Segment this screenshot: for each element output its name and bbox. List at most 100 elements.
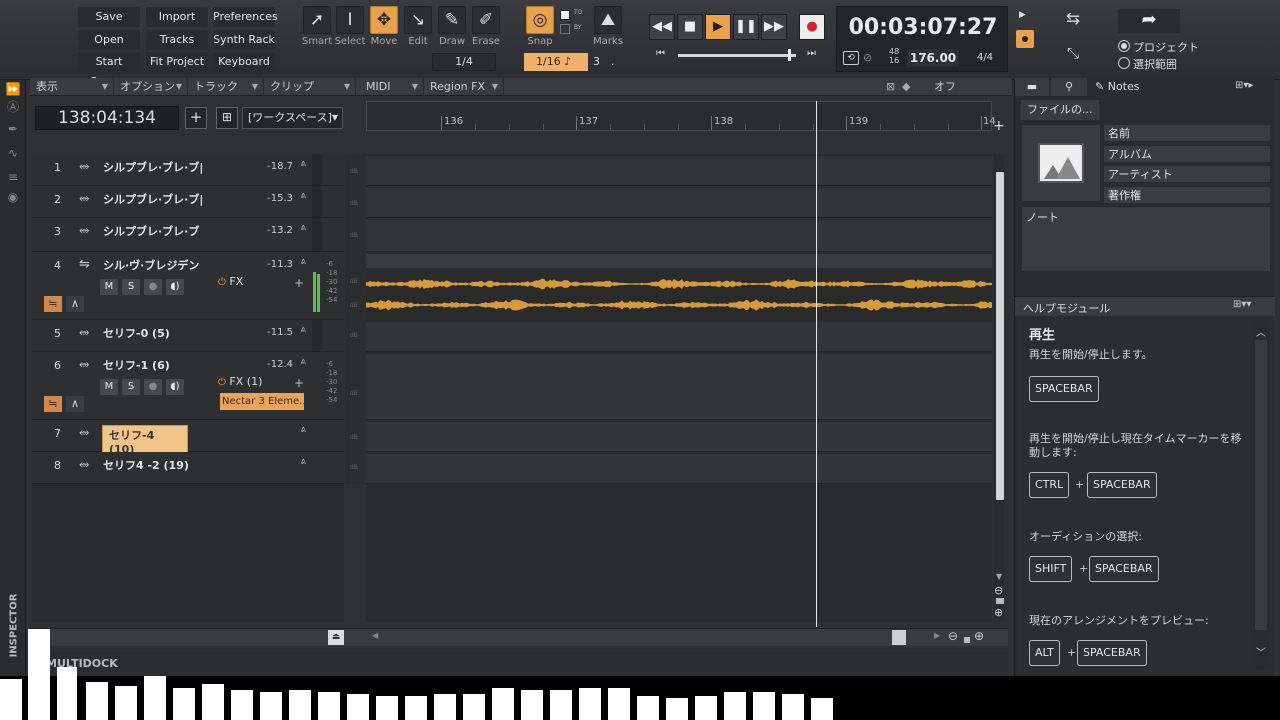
track-row[interactable]: 3 ⥈ シルプブレ·ブレ·ブ -13.2 ⩓ xyxy=(32,218,344,252)
snap-to-radio[interactable] xyxy=(560,10,570,20)
track-name[interactable]: シルプブレ·ブレ·ブ| xyxy=(103,159,203,175)
clips-pane[interactable] xyxy=(366,154,992,622)
erase-tool[interactable]: ✐ Erase xyxy=(470,6,502,50)
expand-arrow-icon[interactable]: ▶ xyxy=(1019,10,1026,20)
album-field[interactable]: アルバム xyxy=(1103,145,1271,163)
clip-lane[interactable] xyxy=(366,188,992,218)
automation-off[interactable]: オフ xyxy=(934,78,956,96)
horizontal-scroll-thumb[interactable] xyxy=(892,630,906,645)
add-track-button[interactable]: + xyxy=(185,107,207,129)
solo-button[interactable]: S xyxy=(122,279,140,295)
tab-plugins[interactable]: ⚲ xyxy=(1051,78,1087,96)
tab-notes[interactable]: ✎ Notes xyxy=(1089,78,1165,96)
help-scrollbar-thumb[interactable] xyxy=(1255,340,1267,630)
diamond-icon[interactable]: ◆ xyxy=(902,80,910,93)
clip-lane[interactable] xyxy=(366,156,992,186)
save-button[interactable]: Save xyxy=(78,7,140,27)
go-to-start-icon[interactable]: ⏮ xyxy=(656,48,665,59)
snap-toggle[interactable]: ◎ Snap xyxy=(524,6,556,50)
scroll-up-icon[interactable]: ︿ xyxy=(1256,324,1266,339)
track-row[interactable]: 6 ⥈ セリフ-1 (6) -12.4 ⩓ M S ● ◖) ⏻ FX (1) … xyxy=(32,352,344,420)
scroll-left-icon[interactable]: ◀ xyxy=(372,631,378,640)
clip-lane[interactable] xyxy=(366,254,992,320)
track-layout-button[interactable]: ⊞ xyxy=(216,107,238,129)
scroll-right-icon[interactable]: ▶ xyxy=(934,631,940,640)
pause-button[interactable]: ❚❚ xyxy=(733,14,759,40)
track-row[interactable]: 2 ⥈ シルプブレ·ブレ·ブ| -15.3 ⩓ xyxy=(32,186,344,218)
eject-icon[interactable]: ⏏ xyxy=(328,630,344,645)
record-circle-icon[interactable]: ◉ xyxy=(5,190,21,204)
horizontal-zoom-out-icon[interactable]: ⊖ xyxy=(948,629,958,643)
track-row[interactable]: 7 ⥈ セリフ-4 (10) ⩓ xyxy=(32,420,344,458)
tracks-button[interactable]: Tracks xyxy=(146,30,208,50)
mute-button[interactable]: M xyxy=(100,279,118,295)
list-icon[interactable]: ≡ xyxy=(5,170,21,184)
zoom-out-icon[interactable]: ⊖ xyxy=(994,584,1003,597)
record-button[interactable]: ● xyxy=(799,14,825,40)
move-tool[interactable]: ✥ Move xyxy=(368,6,400,50)
pen-icon[interactable]: ✒ xyxy=(5,122,21,136)
sync-icon[interactable]: ⇆ xyxy=(1062,9,1084,31)
zoom-reset-icon[interactable] xyxy=(996,598,1004,604)
solo-button[interactable]: S xyxy=(122,379,140,395)
track-name[interactable]: シルプブレ·ブレ·ブ| xyxy=(103,191,203,207)
loop-icon[interactable]: ⟲ xyxy=(843,51,859,65)
position-slider-handle[interactable] xyxy=(788,49,791,61)
expand-track-icon[interactable]: ⩓ xyxy=(300,158,306,169)
copyright-field[interactable]: 著作権 xyxy=(1103,186,1271,204)
track-volume[interactable]: -13.2 xyxy=(267,225,293,236)
track-volume[interactable]: -11.5 xyxy=(267,327,293,338)
track-name[interactable]: セリフ4 -2 (19) xyxy=(103,457,189,473)
snap-envelope-icon[interactable]: ⊠ xyxy=(886,80,895,93)
fx-bin[interactable]: ⏻ FX (1) xyxy=(218,375,306,393)
expand-track-icon[interactable]: ⩓ xyxy=(300,324,306,335)
workspace-select[interactable]: [ワークスペース] ▼ xyxy=(242,107,343,129)
vertical-scrollbar-thumb[interactable] xyxy=(996,172,1004,500)
menu-view[interactable]: 表示 ▼ xyxy=(30,78,114,96)
audio-clip[interactable] xyxy=(366,268,992,320)
clip-lane[interactable] xyxy=(366,354,992,420)
track-row[interactable]: 1 ⥈ シルプブレ·ブレ·ブ| -18.7 ⩓ xyxy=(32,154,344,186)
expand-inspector-icon[interactable]: ⏩ xyxy=(5,82,21,96)
snap-by-radio[interactable] xyxy=(560,24,570,34)
clip-mode-button[interactable]: ≒ xyxy=(44,396,62,412)
preferences-button[interactable]: Preferences xyxy=(213,7,278,27)
track-name[interactable]: シルプブレ·ブレ·ブ xyxy=(103,223,199,239)
clip-mode-button[interactable]: ≒ xyxy=(44,296,62,312)
export-button[interactable]: ➦ xyxy=(1118,9,1180,33)
menu-region-fx[interactable]: Region FX ▼ xyxy=(424,78,504,96)
track-row[interactable]: 4 ⇋ シル·ヴ·ブレジデン -11.3 ⩓ M S ● ◖) ⏻ FX + ≒… xyxy=(32,252,344,320)
keyboard-button[interactable]: Keyboard xyxy=(213,52,275,72)
horizontal-scroll-bar[interactable]: ⏏ ◀ ▶ ⊖ ⊕ xyxy=(30,628,1008,646)
record-mode-indicator[interactable] xyxy=(1016,30,1034,48)
menu-midi[interactable]: MIDI ▼ xyxy=(360,78,424,96)
multidock-bar[interactable]: MULTIDOCK xyxy=(26,652,1008,676)
menu-options[interactable]: オプション ▼ xyxy=(114,78,188,96)
track-name[interactable]: シル·ヴ·ブレジデン xyxy=(103,257,199,273)
tempo-display[interactable]: 176.00 xyxy=(907,49,959,67)
fast-forward-button[interactable]: ▶▶ xyxy=(761,14,787,40)
automation-button[interactable]: ∧ xyxy=(66,396,84,412)
help-module-options-icon[interactable]: ⊞▾▾ xyxy=(1233,299,1251,310)
waveform-icon[interactable]: ∿ xyxy=(5,146,21,160)
select-tool[interactable]: I Select xyxy=(334,6,366,50)
draw-tool[interactable]: ✎ Draw xyxy=(436,6,468,50)
metronome-icon[interactable]: ⊘ xyxy=(863,51,872,64)
clip-lane[interactable] xyxy=(366,422,992,452)
add-fx-icon[interactable]: + xyxy=(294,276,304,290)
track-volume[interactable]: -11.3 xyxy=(267,259,293,270)
meter-display[interactable]: 4/4 xyxy=(967,49,1003,67)
notes-textarea[interactable]: ノート xyxy=(1021,206,1271,272)
clip-lane[interactable] xyxy=(366,454,992,484)
expand-track-icon[interactable]: ⩓ xyxy=(300,456,306,467)
expand-track-icon[interactable]: ⩓ xyxy=(300,190,306,201)
synth-rack-button[interactable]: Synth Rack xyxy=(213,30,275,50)
input-echo-button[interactable]: ◖) xyxy=(166,379,184,395)
pane-options-icon[interactable]: ⊞▾▸ xyxy=(1235,80,1253,91)
track-row[interactable]: 8 ⥈ セリフ4 -2 (19) ⩓ xyxy=(32,452,344,484)
zoom-in-icon[interactable]: ⊕ xyxy=(994,606,1003,619)
now-time-display[interactable]: 138:04:134 xyxy=(35,106,179,130)
expand-track-icon[interactable]: ⩓ xyxy=(300,222,306,233)
time-display[interactable]: 00:03:07:27 xyxy=(837,15,1009,40)
horizontal-zoom-in-icon[interactable]: ⊕ xyxy=(974,629,984,643)
